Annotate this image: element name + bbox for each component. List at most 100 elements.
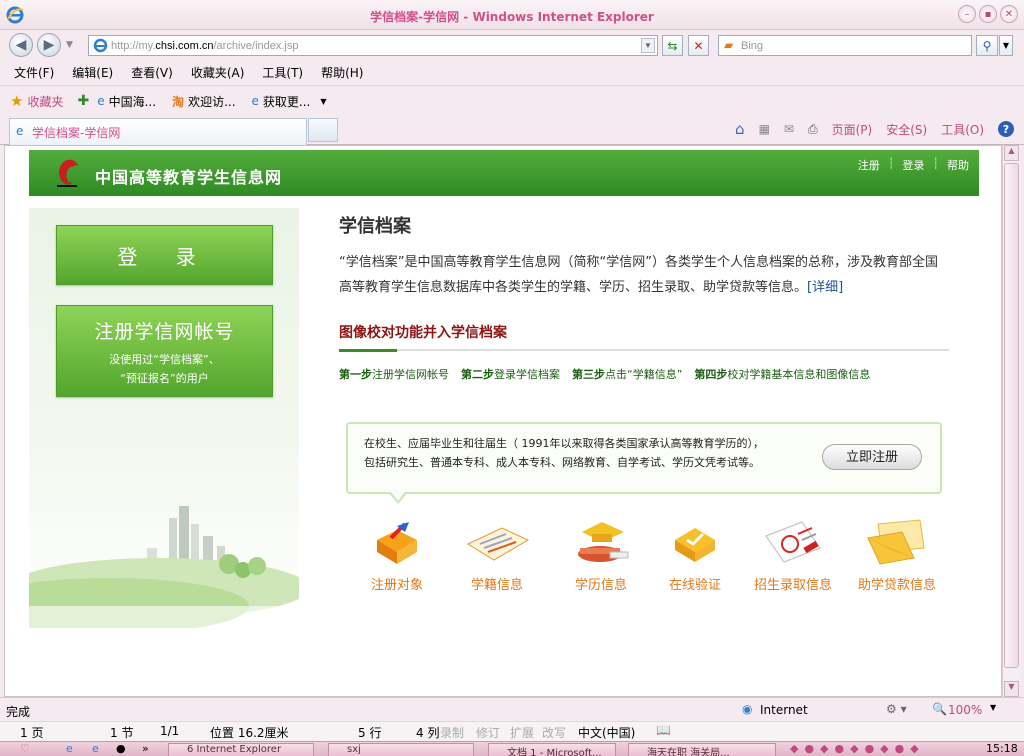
word-col: 4 列 bbox=[416, 726, 440, 740]
word-mode-trk: 修订 bbox=[476, 726, 501, 740]
quick-launch-ie-icon[interactable]: e bbox=[66, 742, 73, 755]
safety-menu[interactable]: 安全(S) bbox=[886, 121, 927, 138]
page-ie-icon bbox=[93, 38, 108, 53]
enrollment-info-icon bbox=[466, 527, 530, 561]
quick-launch-more-icon[interactable]: » bbox=[142, 742, 149, 755]
taskbar-ie[interactable]: 6 Internet Explorer bbox=[168, 743, 314, 756]
close-button[interactable]: ✕ bbox=[1000, 5, 1018, 23]
minimize-button[interactable]: – bbox=[958, 5, 976, 23]
register-account-button[interactable]: 注册学信网帐号 没使用过“学信档案”、 “预征报名”的用户 bbox=[56, 305, 273, 397]
menu-favorites[interactable]: 收藏夹(A) bbox=[191, 64, 245, 81]
window-title: 学信档案-学信网 - Windows Internet Explorer bbox=[370, 10, 654, 24]
site-header: 中国高等教育学生信息网 注册 ┆ 登录 ┆ 帮助 bbox=[29, 150, 979, 196]
header-register-link[interactable]: 注册 bbox=[858, 157, 880, 173]
favorite-item-3[interactable]: 获取更... bbox=[263, 93, 310, 110]
address-dropdown-icon[interactable]: ▼ bbox=[641, 38, 655, 53]
signup-now-button[interactable]: 立即注册 bbox=[822, 444, 922, 470]
header-login-link[interactable]: 登录 bbox=[902, 157, 924, 173]
home-icon[interactable]: ⌂ bbox=[735, 120, 745, 138]
recent-pages-dropdown[interactable]: ▼ bbox=[66, 40, 73, 50]
favorite-item-2[interactable]: 欢迎访... bbox=[188, 93, 235, 110]
menu-edit[interactable]: 编辑(E) bbox=[72, 64, 113, 81]
address-bar[interactable]: http://my. chsi.com.cn/archive/index.jsp … bbox=[88, 35, 658, 56]
menu-tools[interactable]: 工具(T) bbox=[262, 64, 303, 81]
forward-arrow-icon: ▶ bbox=[43, 37, 55, 53]
registrants-icon bbox=[377, 522, 417, 564]
word-language: 中文(中国) bbox=[578, 726, 636, 740]
maximize-button[interactable]: ▪ bbox=[979, 5, 997, 23]
active-tab[interactable]: e 学信档案-学信网 bbox=[9, 118, 307, 145]
address-prefix: http://my. bbox=[111, 39, 156, 52]
favorites-more-icon[interactable]: ▼ bbox=[320, 97, 326, 106]
back-button[interactable]: ◀ bbox=[9, 33, 33, 57]
search-button[interactable]: ⚲ bbox=[976, 35, 998, 56]
scroll-up-icon[interactable]: ▲ bbox=[1004, 145, 1019, 161]
page-menu[interactable]: 页面(P) bbox=[832, 121, 873, 138]
feeds-icon[interactable]: ▦ bbox=[759, 122, 770, 136]
intro-paragraph: “学信档案”是中国高等教育学生信息网（简称“学信网”）各类学生个人信息档案的总称… bbox=[339, 250, 939, 300]
menu-file[interactable]: 文件(F) bbox=[14, 64, 54, 81]
tray-icons[interactable]: ◆●◆●◆●◆●◆ bbox=[790, 742, 925, 755]
menu-help[interactable]: 帮助(H) bbox=[321, 64, 363, 81]
feature-admission-info[interactable]: 招生录取信息 bbox=[745, 518, 841, 593]
quick-launch-qq-icon[interactable]: ● bbox=[116, 742, 126, 755]
feature-degree-info[interactable]: 学历信息 bbox=[553, 518, 649, 593]
chsi-logo-icon bbox=[57, 159, 79, 187]
login-button[interactable]: 登 录 bbox=[56, 225, 273, 285]
status-text: 完成 bbox=[6, 705, 31, 719]
steps-row: 第一步注册学信网帐号 第二步登录学信档案 第三步点击“学籍信息” 第四步校对学籍… bbox=[339, 366, 870, 382]
menu-bar: 文件(F) 编辑(E) 查看(V) 收藏夹(A) 工具(T) 帮助(H) bbox=[0, 60, 1024, 86]
start-heart-icon[interactable]: ♡ bbox=[20, 742, 30, 755]
scroll-thumb[interactable] bbox=[1004, 163, 1019, 668]
register-title: 注册学信网帐号 bbox=[94, 321, 235, 343]
favorites-button[interactable]: 收藏夹 bbox=[27, 93, 63, 110]
status-bar: 完成 ◉ Internet ⚙ ▾ 🔍 100% ▼ bbox=[0, 697, 1024, 721]
refresh-button[interactable]: ⇆ bbox=[662, 35, 683, 56]
main-content: 学信档案 “学信档案”是中国高等教育学生信息网（简称“学信网”）各类学生个人信息… bbox=[339, 208, 959, 381]
favorite-item-1[interactable]: 中国海... bbox=[109, 93, 156, 110]
header-help-link[interactable]: 帮助 bbox=[947, 157, 969, 173]
taskbar-haitian[interactable]: 海天在职 海关局... bbox=[628, 743, 776, 756]
bing-icon: ▰ bbox=[724, 38, 734, 52]
zoom-dropdown-icon[interactable]: ▼ bbox=[990, 703, 996, 712]
feature-online-verify[interactable]: 在线验证 bbox=[647, 518, 743, 593]
search-input[interactable]: ▰ Bing bbox=[718, 35, 972, 56]
zone-text: Internet bbox=[760, 703, 808, 717]
fav-ie-icon-2: e bbox=[251, 94, 259, 108]
vertical-scrollbar[interactable]: ▲ ▼ bbox=[1002, 145, 1020, 697]
feature-enrollment-info[interactable]: 学籍信息 bbox=[449, 518, 545, 593]
menu-view[interactable]: 查看(V) bbox=[131, 64, 173, 81]
address-path: /archive/index.jsp bbox=[213, 39, 299, 52]
feature-student-loan-info[interactable]: 助学贷款信息 bbox=[849, 518, 945, 593]
taskbar-sxj[interactable]: sxj bbox=[328, 743, 474, 756]
search-options-dropdown[interactable]: ▼ bbox=[999, 35, 1013, 56]
add-favorite-icon[interactable]: ✚ bbox=[77, 93, 89, 109]
new-tab-button[interactable] bbox=[308, 118, 338, 142]
taskbar-word[interactable]: 文档 1 - Microsoft... bbox=[488, 743, 616, 756]
detail-link[interactable]: [详细] bbox=[807, 280, 843, 295]
tools-menu[interactable]: 工具(O) bbox=[941, 121, 984, 138]
print-icon[interactable]: ⎙ bbox=[808, 122, 818, 137]
favorites-bar: ★ 收藏夹 ✚ e 中国海... 淘 欢迎访... e 获取更... ▼ bbox=[0, 87, 1024, 115]
mail-icon[interactable]: ✉ bbox=[784, 122, 794, 136]
protected-mode-icon[interactable]: ⚙ ▾ bbox=[886, 702, 907, 716]
forward-button[interactable]: ▶ bbox=[37, 33, 61, 57]
zoom-level[interactable]: 100% bbox=[948, 703, 982, 717]
site-name: 中国高等教育学生信息网 bbox=[95, 168, 283, 187]
feature-registrants[interactable]: 注册对象 bbox=[349, 518, 445, 593]
scroll-down-icon[interactable]: ▼ bbox=[1004, 681, 1019, 697]
refresh-icon: ⇆ bbox=[667, 38, 678, 53]
word-position: 位置 16.2厘米 bbox=[210, 726, 289, 740]
word-row: 5 行 bbox=[358, 726, 382, 740]
tab-label: 学信档案-学信网 bbox=[32, 125, 121, 140]
word-mode-ovr: 改写 bbox=[542, 726, 567, 740]
address-host: chsi.com.cn bbox=[155, 39, 214, 52]
feature-icons: 注册对象 学籍信息 学历信息 在线验证 招生录取信息 助学贷款信息 bbox=[357, 518, 957, 598]
search-placeholder: Bing bbox=[741, 39, 764, 52]
online-verify-icon bbox=[675, 528, 715, 562]
stop-button[interactable]: ✕ bbox=[688, 35, 709, 56]
help-icon[interactable]: ? bbox=[998, 121, 1014, 137]
word-mode-ext: 扩展 bbox=[510, 726, 535, 740]
quick-launch-ie2-icon[interactable]: e bbox=[92, 742, 99, 755]
spellcheck-icon: 📖 bbox=[656, 723, 671, 737]
